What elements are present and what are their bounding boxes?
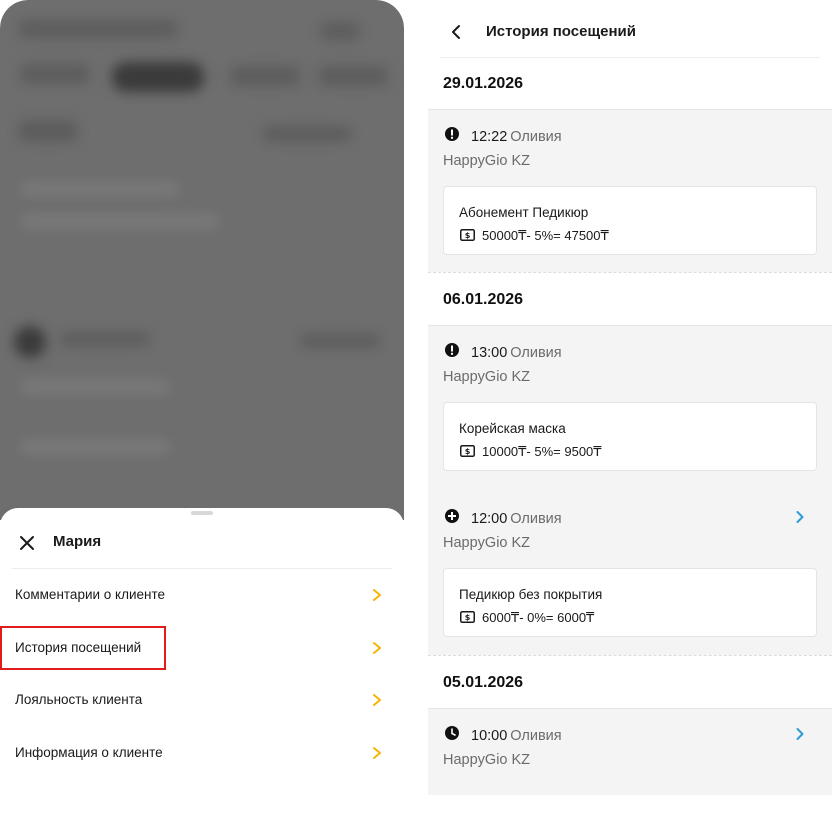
cash-icon: $ (460, 611, 475, 623)
date-header: 05.01.2026 (428, 657, 832, 709)
alert-icon (445, 343, 459, 357)
visit-group: 10:00 Оливия HappyGio KZ (428, 709, 832, 795)
master-name: Оливия (510, 728, 562, 744)
menu-item-label: Лояльность клиента (15, 692, 143, 707)
visit-time: 12:22 (471, 129, 508, 145)
service-card: Педикюр без покрытия $ 6000₸- 0%= 6000₸ (443, 568, 817, 637)
salon-name: HappyGio KZ (443, 153, 531, 169)
master-name: Оливия (510, 511, 562, 527)
date-label: 05.01.2026 (443, 674, 524, 691)
visit-history-screen: История посещений 29.01.2026 12:22 Оливия… (428, 0, 832, 795)
service-name: Педикюр без покрытия (459, 587, 603, 602)
chevron-right-icon (373, 747, 381, 759)
date-label: 06.01.2026 (443, 291, 524, 308)
price-calc: 6000₸- 0%= 6000₸ (482, 610, 595, 625)
cash-icon: $ (460, 445, 475, 457)
chevron-right-icon[interactable] (795, 510, 805, 524)
back-arrow-icon[interactable] (448, 22, 464, 42)
visit-time: 13:00 (471, 345, 508, 361)
visit-item[interactable]: 13:00 Оливия HappyGio KZ Корейская маска … (428, 326, 832, 471)
plus-circle-icon (445, 509, 459, 523)
client-name-title: Мария (53, 533, 102, 550)
chevron-right-icon (373, 589, 381, 601)
client-bottom-sheet: Мария Комментарии о клиенте История посе… (0, 508, 404, 795)
service-name: Абонемент Педикюр (459, 205, 589, 220)
visit-item[interactable]: 12:22 Оливия HappyGio KZ Абонемент Педикю… (428, 110, 832, 255)
svg-text:$: $ (465, 231, 471, 240)
chevron-right-icon[interactable] (795, 727, 805, 741)
date-header: 06.01.2026 (428, 274, 832, 326)
service-card: Корейская маска $ 10000₸- 5%= 9500₸ (443, 402, 817, 471)
visit-time-row: 12:22 Оливия (471, 129, 562, 145)
dashed-divider (428, 655, 832, 656)
blurred-background (0, 0, 404, 520)
visit-item[interactable]: 12:00 Оливия HappyGio KZ Педикюр без покр… (428, 492, 832, 637)
menu-item-label: История посещений (15, 640, 142, 655)
cash-icon: $ (460, 229, 475, 241)
visit-time: 12:00 (471, 511, 508, 527)
sheet-header: Мария (0, 522, 404, 562)
visit-time-row: 10:00 Оливия (471, 728, 562, 744)
price-calc: 10000₸- 5%= 9500₸ (482, 444, 602, 459)
sheet-grabber[interactable] (191, 511, 213, 515)
salon-name: HappyGio KZ (443, 369, 531, 385)
chevron-right-icon (373, 694, 381, 706)
date-header: 29.01.2026 (428, 58, 832, 110)
visit-time-row: 12:00 Оливия (471, 511, 562, 527)
visit-item[interactable]: 10:00 Оливия HappyGio KZ (428, 709, 832, 795)
svg-text:$: $ (465, 447, 471, 456)
date-label: 29.01.2026 (443, 75, 524, 92)
clock-icon (445, 726, 459, 740)
menu-item-visit-history[interactable]: История посещений (0, 622, 404, 674)
menu-item-comments[interactable]: Комментарии о клиенте (0, 569, 404, 621)
visit-time: 10:00 (471, 728, 508, 744)
visit-time-row: 13:00 Оливия (471, 345, 562, 361)
close-icon[interactable] (16, 532, 38, 554)
visit-group: 12:22 Оливия HappyGio KZ Абонемент Педикю… (428, 110, 832, 272)
service-name: Корейская маска (459, 421, 566, 436)
client-menu-screen: Мария Комментарии о клиенте История посе… (0, 0, 404, 795)
alert-icon (445, 127, 459, 141)
visit-group: 13:00 Оливия HappyGio KZ Корейская маска … (428, 326, 832, 655)
master-name: Оливия (510, 129, 562, 145)
page-title: История посещений (486, 23, 636, 40)
top-bar: История посещений (428, 0, 832, 58)
dashed-divider (428, 272, 832, 273)
service-card: Абонемент Педикюр $ 50000₸- 5%= 47500₸ (443, 186, 817, 255)
menu-item-label: Информация о клиенте (15, 745, 163, 760)
menu-item-client-info[interactable]: Информация о клиенте (0, 727, 404, 779)
chevron-right-icon (373, 642, 381, 654)
menu-item-label: Комментарии о клиенте (15, 587, 166, 602)
master-name: Оливия (510, 345, 562, 361)
price-calc: 50000₸- 5%= 47500₸ (482, 228, 609, 243)
salon-name: HappyGio KZ (443, 535, 531, 551)
svg-text:$: $ (465, 613, 471, 622)
salon-name: HappyGio KZ (443, 752, 531, 768)
menu-item-loyalty[interactable]: Лояльность клиента (0, 674, 404, 726)
